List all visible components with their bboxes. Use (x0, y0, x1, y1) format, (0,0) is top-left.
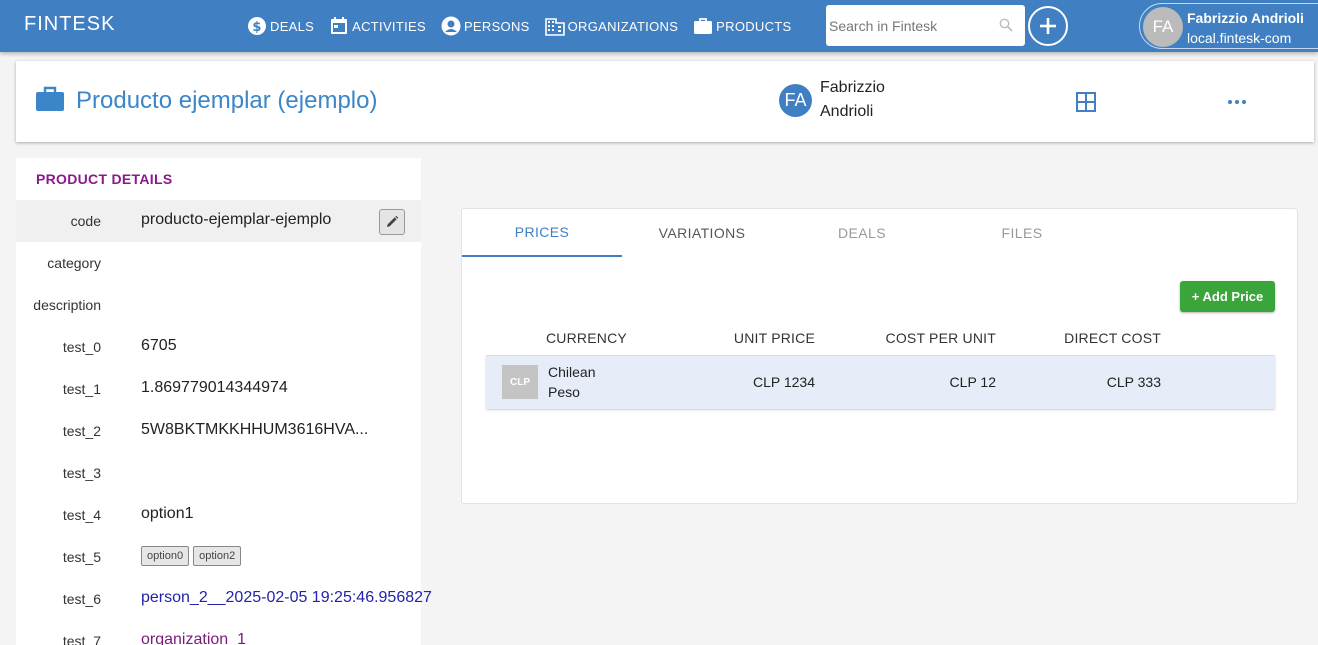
person-circle-icon (441, 16, 461, 36)
product-details-panel: PRODUCT DETAILS code producto-ejemplar-e… (16, 158, 432, 645)
owner-first-name[interactable]: Fabrizzio (820, 79, 885, 97)
detail-key: test_7 (62, 633, 101, 645)
option-chip: option2 (193, 546, 242, 566)
detail-row-test-5: test_5 option0 option2 (16, 536, 421, 578)
owner-avatar[interactable]: FA (779, 84, 812, 117)
dollar-circle-icon: $ (248, 17, 266, 35)
user-menu[interactable]: FA Fabrizzio Andrioli local.fintesk-com (1139, 3, 1318, 49)
detail-row-category: category (16, 242, 421, 284)
nav-organizations[interactable]: ORGANIZATIONS (544, 16, 679, 36)
detail-key: description (33, 297, 101, 313)
app-logo[interactable]: FINTESK (24, 13, 115, 36)
currency-badge: CLP (502, 365, 538, 399)
grid-view-icon[interactable] (1075, 91, 1097, 113)
table-row[interactable]: CLP Chilean Peso CLP 1234 CLP 12 CLP 333 (486, 356, 1275, 409)
detail-key: test_5 (62, 549, 101, 565)
detail-key: test_1 (62, 381, 101, 397)
unit-price-cell: CLP 1234 (752, 374, 815, 390)
search-input[interactable] (826, 5, 996, 46)
person-link[interactable]: person_2__2025-02-05 19:25:46.956827 (141, 589, 432, 607)
user-domain: local.fintesk-com (1187, 30, 1292, 46)
avatar: FA (1143, 7, 1183, 47)
more-options-icon[interactable] (1226, 91, 1248, 113)
detail-value: 6705 (141, 337, 177, 354)
option-chip: option0 (141, 546, 190, 566)
search-box (826, 5, 1025, 46)
direct-cost-cell: CLP 333 (1106, 374, 1161, 390)
tab-prices[interactable]: PRICES (462, 209, 622, 257)
column-header: UNIT PRICE (733, 330, 815, 346)
cost-per-unit-cell: CLP 12 (949, 374, 996, 390)
detail-value: option1 (141, 505, 194, 522)
nav-activities[interactable]: ACTIVITIES (329, 16, 426, 36)
detail-key: category (47, 255, 101, 271)
product-header: Producto ejemplar (ejemplo) FA Fabrizzio… (16, 61, 1314, 142)
nav-activities-label: ACTIVITIES (352, 18, 426, 34)
tab-deals[interactable]: DEALS (782, 209, 942, 257)
add-price-button[interactable]: + Add Price (1180, 281, 1275, 312)
detail-value-chips: option0 option2 (141, 546, 245, 566)
detail-key: test_0 (62, 339, 101, 355)
detail-row-description: description (16, 284, 421, 326)
detail-value: 1.869779014344974 (141, 379, 288, 396)
detail-row-test-6: test_6 person_2__2025-02-05 19:25:46.956… (16, 578, 432, 620)
detail-row-test-1: test_1 1.869779014344974 (16, 368, 421, 410)
briefcase-icon (36, 86, 64, 111)
detail-row-test-2: test_2 5W8BKTMKKHHUM3616HVA... (16, 410, 421, 452)
column-header: COST PER UNIT (885, 330, 996, 346)
detail-key: test_4 (62, 507, 101, 523)
detail-value: producto-ejemplar-ejemplo (141, 211, 332, 228)
tab-files[interactable]: FILES (942, 209, 1102, 257)
column-header: CURRENCY (546, 330, 627, 346)
detail-key: test_3 (62, 465, 101, 481)
plus-icon (1040, 18, 1056, 34)
organization-link[interactable]: organization_1 (141, 631, 246, 645)
briefcase-icon (694, 18, 713, 34)
building-icon (544, 18, 565, 36)
nav-persons[interactable]: PERSONS (441, 16, 530, 36)
pencil-icon (387, 215, 399, 227)
detail-row-test-3: test_3 (16, 452, 421, 494)
nav-products[interactable]: PRODUCTS (693, 16, 791, 36)
nav-deals[interactable]: $ DEALS (247, 16, 314, 36)
search-icon[interactable] (999, 18, 1013, 32)
top-navbar: FINTESK $ DEALS ACTIVITIES PERSONS ORGAN… (0, 0, 1318, 52)
detail-key: test_2 (62, 423, 101, 439)
user-name: Fabrizzio Andrioli (1187, 10, 1304, 26)
prices-table: CURRENCY UNIT PRICE COST PER UNIT DIRECT… (486, 321, 1275, 409)
detail-row-test-7: test_7 organization_1 (16, 620, 421, 645)
nav-persons-label: PERSONS (463, 18, 530, 34)
detail-row-test-0: test_0 6705 (16, 326, 421, 368)
nav-deals-label: DEALS (270, 18, 315, 34)
detail-row-code: code producto-ejemplar-ejemplo (16, 200, 421, 242)
detail-key: code (70, 213, 101, 229)
detail-key: test_6 (62, 591, 101, 607)
calendar-icon (331, 17, 348, 34)
product-tabs-card: PRICES VARIATIONS DEALS FILES + Add Pric… (461, 208, 1298, 504)
owner-last-name[interactable]: Andrioli (820, 103, 873, 121)
svg-text:$: $ (252, 20, 261, 35)
currency-name: Chilean (548, 364, 596, 380)
nav-products-label: PRODUCTS (716, 18, 792, 34)
main-nav: $ DEALS ACTIVITIES PERSONS ORGANIZATIONS… (247, 0, 807, 52)
section-title: PRODUCT DETAILS (36, 171, 173, 187)
column-header: DIRECT COST (1064, 330, 1161, 346)
currency-name-line2: Peso (548, 384, 580, 400)
detail-value: 5W8BKTMKKHHUM3616HVA... (141, 421, 369, 438)
nav-organizations-label: ORGANIZATIONS (567, 18, 679, 34)
edit-button[interactable] (379, 209, 405, 235)
page-title: Producto ejemplar (ejemplo) (76, 87, 378, 114)
table-header: CURRENCY UNIT PRICE COST PER UNIT DIRECT… (486, 321, 1275, 356)
quick-add-button[interactable] (1028, 6, 1068, 46)
detail-row-test-4: test_4 option1 (16, 494, 421, 536)
tab-variations[interactable]: VARIATIONS (622, 209, 782, 257)
